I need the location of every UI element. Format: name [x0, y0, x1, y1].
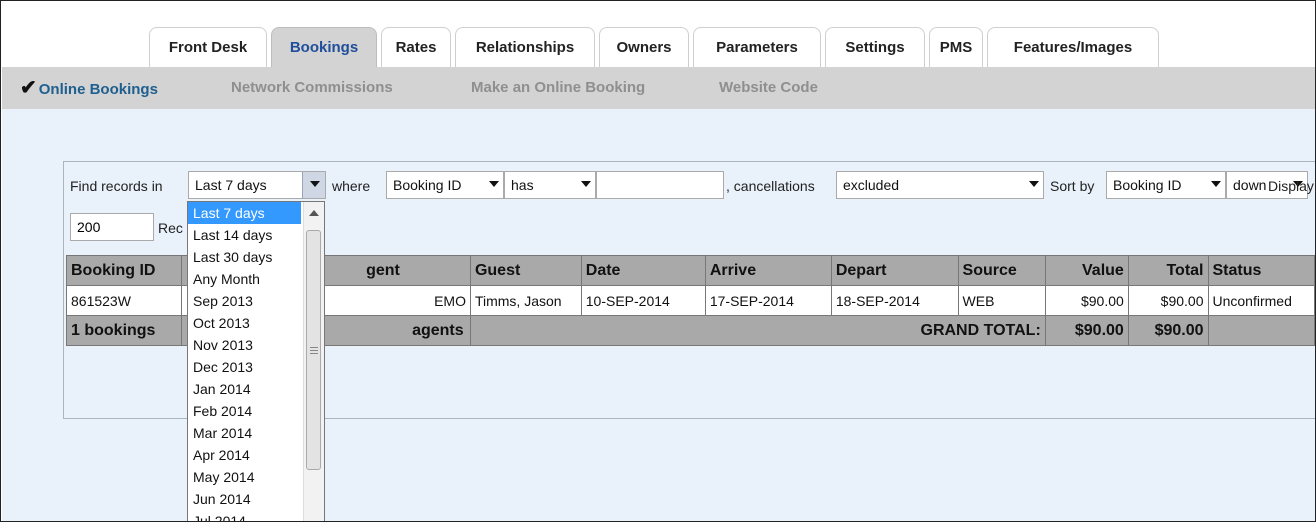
subnav-online-bookings[interactable]: ✔ Online Bookings: [20, 67, 158, 109]
period-option[interactable]: Sep 2013: [188, 290, 301, 312]
find-records-label: Find records in: [70, 178, 163, 194]
col-arrive[interactable]: Arrive: [704, 255, 832, 286]
period-option[interactable]: Feb 2014: [188, 400, 301, 422]
grip-line: [310, 347, 318, 348]
dropdown-button[interactable]: [302, 172, 325, 198]
tab-rates[interactable]: Rates: [381, 27, 451, 67]
period-dropdown-list[interactable]: Last 7 days Last 14 days Last 30 days An…: [187, 201, 325, 521]
tab-front-desk[interactable]: Front Desk: [149, 27, 267, 67]
period-option[interactable]: Jul 2014: [188, 510, 301, 521]
checkmark-icon: ✔: [20, 77, 37, 99]
sort-by-label: Sort by: [1050, 178, 1095, 194]
scrollbar-thumb[interactable]: [306, 230, 321, 470]
tab-settings[interactable]: Settings: [825, 27, 925, 67]
records-label: Rec: [158, 220, 183, 236]
value-cell: $90.00: [1044, 285, 1129, 316]
period-option[interactable]: Jun 2014: [188, 488, 301, 510]
search-input[interactable]: [596, 171, 724, 199]
scroll-up-arrow-icon[interactable]: [309, 210, 319, 216]
col-value[interactable]: Value: [1044, 255, 1129, 286]
period-option[interactable]: Dec 2013: [188, 356, 301, 378]
tab-pms[interactable]: PMS: [929, 27, 983, 67]
col-depart[interactable]: Depart: [830, 255, 959, 286]
dropdown-scrollbar[interactable]: [303, 202, 324, 521]
subnav-website-code[interactable]: Website Code: [719, 67, 818, 109]
depart-cell: 18-SEP-2014: [830, 285, 959, 316]
period-option[interactable]: Last 30 days: [188, 246, 301, 268]
col-date[interactable]: Date: [580, 255, 706, 286]
app-window: Front Desk Bookings Rates Relationships …: [0, 0, 1316, 522]
tab-bookings[interactable]: Bookings: [271, 27, 377, 67]
grip-line: [310, 353, 318, 354]
grip-line: [310, 350, 318, 351]
col-guest[interactable]: Guest: [469, 255, 582, 286]
sort-field-value: Booking ID: [1113, 177, 1182, 193]
col-total[interactable]: Total: [1127, 255, 1209, 286]
tab-features-images[interactable]: Features/Images: [987, 27, 1159, 67]
operator-select[interactable]: has: [504, 171, 596, 199]
col-booking-id[interactable]: Booking ID: [65, 255, 183, 286]
records-count-input[interactable]: 200: [70, 213, 154, 241]
sort-direction-value: down: [1233, 177, 1267, 193]
sub-navigation: ✔ Online Bookings Network Commissions Mak…: [2, 67, 1315, 109]
col-status[interactable]: Status: [1207, 255, 1315, 286]
subnav-label: Online Bookings: [38, 81, 158, 98]
total-cell: $90.00: [1127, 285, 1209, 316]
status-cell: Unconfirmed: [1207, 285, 1315, 316]
subnav-network-commissions[interactable]: Network Commissions: [231, 67, 393, 109]
period-option[interactable]: Last 7 days: [188, 202, 301, 224]
period-option[interactable]: Apr 2014: [188, 444, 301, 466]
period-option[interactable]: May 2014: [188, 466, 301, 488]
guest-cell: Timms, Jason: [469, 285, 582, 316]
grand-total-total: $90.00: [1127, 315, 1209, 346]
date-cell: 10-SEP-2014: [580, 285, 706, 316]
period-option[interactable]: Last 14 days: [188, 224, 301, 246]
display-label: Display: [1268, 178, 1314, 194]
chevron-down-icon: [1211, 181, 1221, 187]
chevron-down-icon: [1029, 181, 1039, 187]
period-option[interactable]: Mar 2014: [188, 422, 301, 444]
cancellations-label: , cancellations: [726, 178, 815, 194]
chevron-down-icon: [489, 181, 499, 187]
cancellations-select-value: excluded: [843, 177, 900, 193]
chevron-down-icon: [581, 181, 591, 187]
grand-total-value: $90.00: [1044, 315, 1129, 346]
col-source[interactable]: Source: [957, 255, 1046, 286]
period-option[interactable]: Nov 2013: [188, 334, 301, 356]
where-label: where: [332, 178, 371, 194]
period-option[interactable]: Any Month: [188, 268, 301, 290]
subnav-make-online-booking[interactable]: Make an Online Booking: [471, 67, 645, 109]
booking-id-link[interactable]: 861523W: [65, 285, 183, 316]
source-cell: WEB: [957, 285, 1046, 316]
tab-relationships[interactable]: Relationships: [455, 27, 595, 67]
period-select[interactable]: Last 7 days: [188, 171, 326, 199]
grand-total-label: GRAND TOTAL:: [469, 315, 1046, 346]
tab-parameters[interactable]: Parameters: [693, 27, 821, 67]
arrive-cell: 17-SEP-2014: [704, 285, 832, 316]
footer-status-cell: [1207, 315, 1315, 346]
period-option[interactable]: Oct 2013: [188, 312, 301, 334]
cancellations-select[interactable]: excluded: [836, 171, 1044, 199]
operator-select-value: has: [511, 177, 534, 193]
period-select-value: Last 7 days: [195, 177, 267, 193]
sort-field-select[interactable]: Booking ID: [1106, 171, 1226, 199]
period-option[interactable]: Jan 2014: [188, 378, 301, 400]
field-select-value: Booking ID: [393, 177, 462, 193]
chevron-down-icon: [310, 181, 320, 187]
bookings-count: 1 bookings: [65, 315, 183, 346]
tab-owners[interactable]: Owners: [599, 27, 689, 67]
field-select[interactable]: Booking ID: [386, 171, 504, 199]
